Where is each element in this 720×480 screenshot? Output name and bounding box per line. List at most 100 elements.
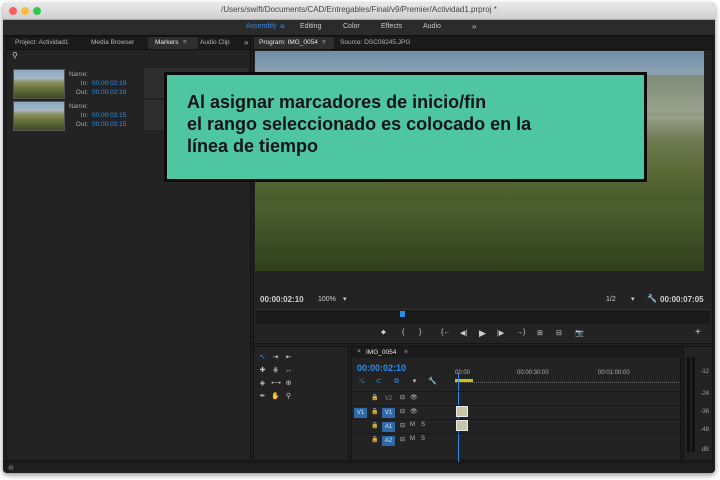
sync-lock-icon[interactable]: ⊟ xyxy=(400,436,405,443)
lock-icon[interactable]: 🔒 xyxy=(371,408,378,415)
meter-label: -12 xyxy=(700,369,709,375)
audio-clip[interactable] xyxy=(456,420,468,431)
go-to-out-icon[interactable]: →} xyxy=(516,329,525,336)
sync-lock-icon[interactable]: ⊟ xyxy=(400,422,405,429)
insert-icon[interactable]: ⊞ xyxy=(537,329,543,337)
add-marker-icon[interactable]: ▾ xyxy=(410,377,419,386)
mute-button[interactable]: M xyxy=(410,422,415,428)
lock-icon[interactable]: 🔒 xyxy=(371,436,378,443)
solo-button[interactable]: S xyxy=(421,422,425,428)
export-frame-icon[interactable]: 📷 xyxy=(575,329,584,337)
nest-toggle-icon[interactable]: ⤯ xyxy=(357,377,366,386)
resolution-dropdown-icon[interactable]: ▾ xyxy=(631,295,635,303)
menu-icon[interactable]: ≡ xyxy=(280,22,285,31)
mute-button[interactable]: M xyxy=(410,436,415,442)
tab-markers[interactable]: Markers xyxy=(155,39,178,46)
zoom-dropdown-icon[interactable]: ▾ xyxy=(343,295,347,303)
track-name[interactable]: A2 xyxy=(382,436,395,446)
tab-media-browser[interactable]: Media Browser xyxy=(91,39,134,46)
render-status-icon[interactable]: ⊝ xyxy=(8,464,14,472)
workspace-editing[interactable]: Editing xyxy=(300,23,321,30)
track-name[interactable]: V2 xyxy=(382,394,395,404)
tab-project[interactable]: Project: Actividad1 xyxy=(15,39,68,46)
button-editor-icon[interactable]: + xyxy=(695,327,701,338)
panel-menu-icon[interactable]: ≡ xyxy=(322,39,326,46)
workspace-effects[interactable]: Effects xyxy=(381,23,402,30)
more-tabs-icon[interactable]: » xyxy=(244,38,248,47)
ripple-edit-tool-icon[interactable]: ✚ xyxy=(258,366,267,375)
settings-wrench-icon[interactable]: 🔧 xyxy=(647,294,657,303)
track-select-back-icon[interactable]: ⇤ xyxy=(284,353,293,362)
sync-lock-icon[interactable]: ⊟ xyxy=(400,408,405,415)
timeline-settings-icon[interactable]: 🔧 xyxy=(428,377,437,386)
track-a2: 🔒 A2 ⊟ M S xyxy=(352,433,712,447)
step-back-icon[interactable]: ◀| xyxy=(460,329,467,337)
eye-icon[interactable]: 👁 xyxy=(410,408,418,415)
zoom-select[interactable]: 100% xyxy=(318,296,336,303)
selection-tool-icon[interactable]: ↖ xyxy=(258,353,267,362)
tab-source[interactable]: Source: DSC08245.JPG xyxy=(340,39,410,46)
linked-selection-icon[interactable]: ⧉ xyxy=(392,377,401,386)
add-marker-icon[interactable]: ⬥ xyxy=(381,329,386,337)
timeline-timecode[interactable]: 00:00:02:10 xyxy=(357,363,406,373)
source-patch-v1[interactable]: V1 xyxy=(354,408,367,418)
solo-button[interactable]: S xyxy=(421,436,425,442)
track-select-tool-icon[interactable]: ⇥ xyxy=(271,353,280,362)
step-forward-icon[interactable]: |▶ xyxy=(497,329,504,337)
workspace-audio[interactable]: Audio xyxy=(423,23,441,30)
monitor-tabs: Program: IMG_0054 ≡ Source: DSC08245.JPG xyxy=(254,37,712,50)
search-icon[interactable]: ⚲ xyxy=(12,51,18,60)
go-to-in-icon[interactable]: {← xyxy=(441,329,450,336)
razor-tool-icon[interactable]: ◈ xyxy=(258,379,267,388)
hand-tool-icon[interactable]: ✋ xyxy=(271,392,280,401)
sync-lock-icon[interactable]: ⊟ xyxy=(400,394,405,401)
meter-label: -24 xyxy=(700,391,709,397)
marker-in-value[interactable]: 00:00:02:19 xyxy=(92,80,126,87)
video-clip[interactable] xyxy=(456,406,468,417)
rate-stretch-tool-icon[interactable]: ↔ xyxy=(284,366,293,375)
meter-label: dB xyxy=(701,447,709,453)
track-name[interactable]: V1 xyxy=(382,408,395,418)
eye-icon[interactable]: 👁 xyxy=(410,394,418,401)
playhead-marker[interactable] xyxy=(400,311,405,317)
slip-tool-icon[interactable]: ⟷ xyxy=(271,379,281,388)
marker-out-value[interactable]: 00:00:03:15 xyxy=(92,121,126,128)
rolling-edit-tool-icon[interactable]: ⋕ xyxy=(271,366,280,375)
ruler-label: 00:01:00:00 xyxy=(598,370,630,376)
panel-menu-icon[interactable]: ≡ xyxy=(404,349,408,356)
workspace-color[interactable]: Color xyxy=(343,23,360,30)
tools-panel: ↖ ⇥ ⇤ ✚ ⋕ ↔ ◈ ⟷ ⊕ ✒ ✋ ⚲ xyxy=(253,346,349,461)
slide-tool-icon[interactable]: ⊕ xyxy=(284,379,293,388)
monitor-scrubber[interactable] xyxy=(256,309,710,324)
marker-in-value[interactable]: 00:00:03:15 xyxy=(92,112,126,119)
mark-in-icon[interactable]: { xyxy=(402,329,404,336)
timeline-tab-bar: × IMG_0054 ≡ xyxy=(352,347,682,358)
tab-sequence[interactable]: IMG_0054 xyxy=(366,349,396,356)
marker-out-label: Out: xyxy=(75,89,88,96)
panel-menu-icon[interactable]: ≡ xyxy=(183,39,187,46)
overwrite-icon[interactable]: ⊟ xyxy=(556,329,562,337)
zoom-tool-icon[interactable]: ⚲ xyxy=(284,392,293,401)
title-bar: /Users/swift/Documents/CAD/Entregables/F… xyxy=(3,3,715,20)
time-ruler[interactable] xyxy=(455,379,679,383)
workspace-assembly[interactable]: Assembly xyxy=(246,23,276,30)
pen-tool-icon[interactable]: ✒ xyxy=(258,392,267,401)
playhead-timecode[interactable]: 00:00:02:10 xyxy=(260,295,304,304)
mark-out-icon[interactable]: } xyxy=(419,329,421,336)
tab-program[interactable]: Program: IMG_0054 xyxy=(259,39,318,46)
lock-icon[interactable]: 🔒 xyxy=(371,422,378,429)
more-workspaces-icon[interactable]: » xyxy=(472,22,476,31)
resolution-select[interactable]: 1/2 xyxy=(606,296,616,303)
track-name[interactable]: A1 xyxy=(382,422,395,432)
overlay-line: Al asignar marcadores de inicio/fin xyxy=(187,92,487,112)
meter-label: -36 xyxy=(700,409,709,415)
lock-icon[interactable]: 🔒 xyxy=(371,394,378,401)
marker-out-value[interactable]: 00:00:02:19 xyxy=(92,89,126,96)
tab-audio-clip[interactable]: Audio Clip xyxy=(200,39,230,46)
close-sequence-icon[interactable]: × xyxy=(357,348,361,355)
track-v1: V1 🔒 V1 ⊟ 👁 xyxy=(352,405,712,419)
play-icon[interactable]: ▶ xyxy=(479,328,486,339)
snap-icon[interactable]: ⊂ xyxy=(374,377,383,386)
ruler-label: 00:00:30:00 xyxy=(517,370,549,376)
marker-out-label: Out: xyxy=(75,121,88,128)
